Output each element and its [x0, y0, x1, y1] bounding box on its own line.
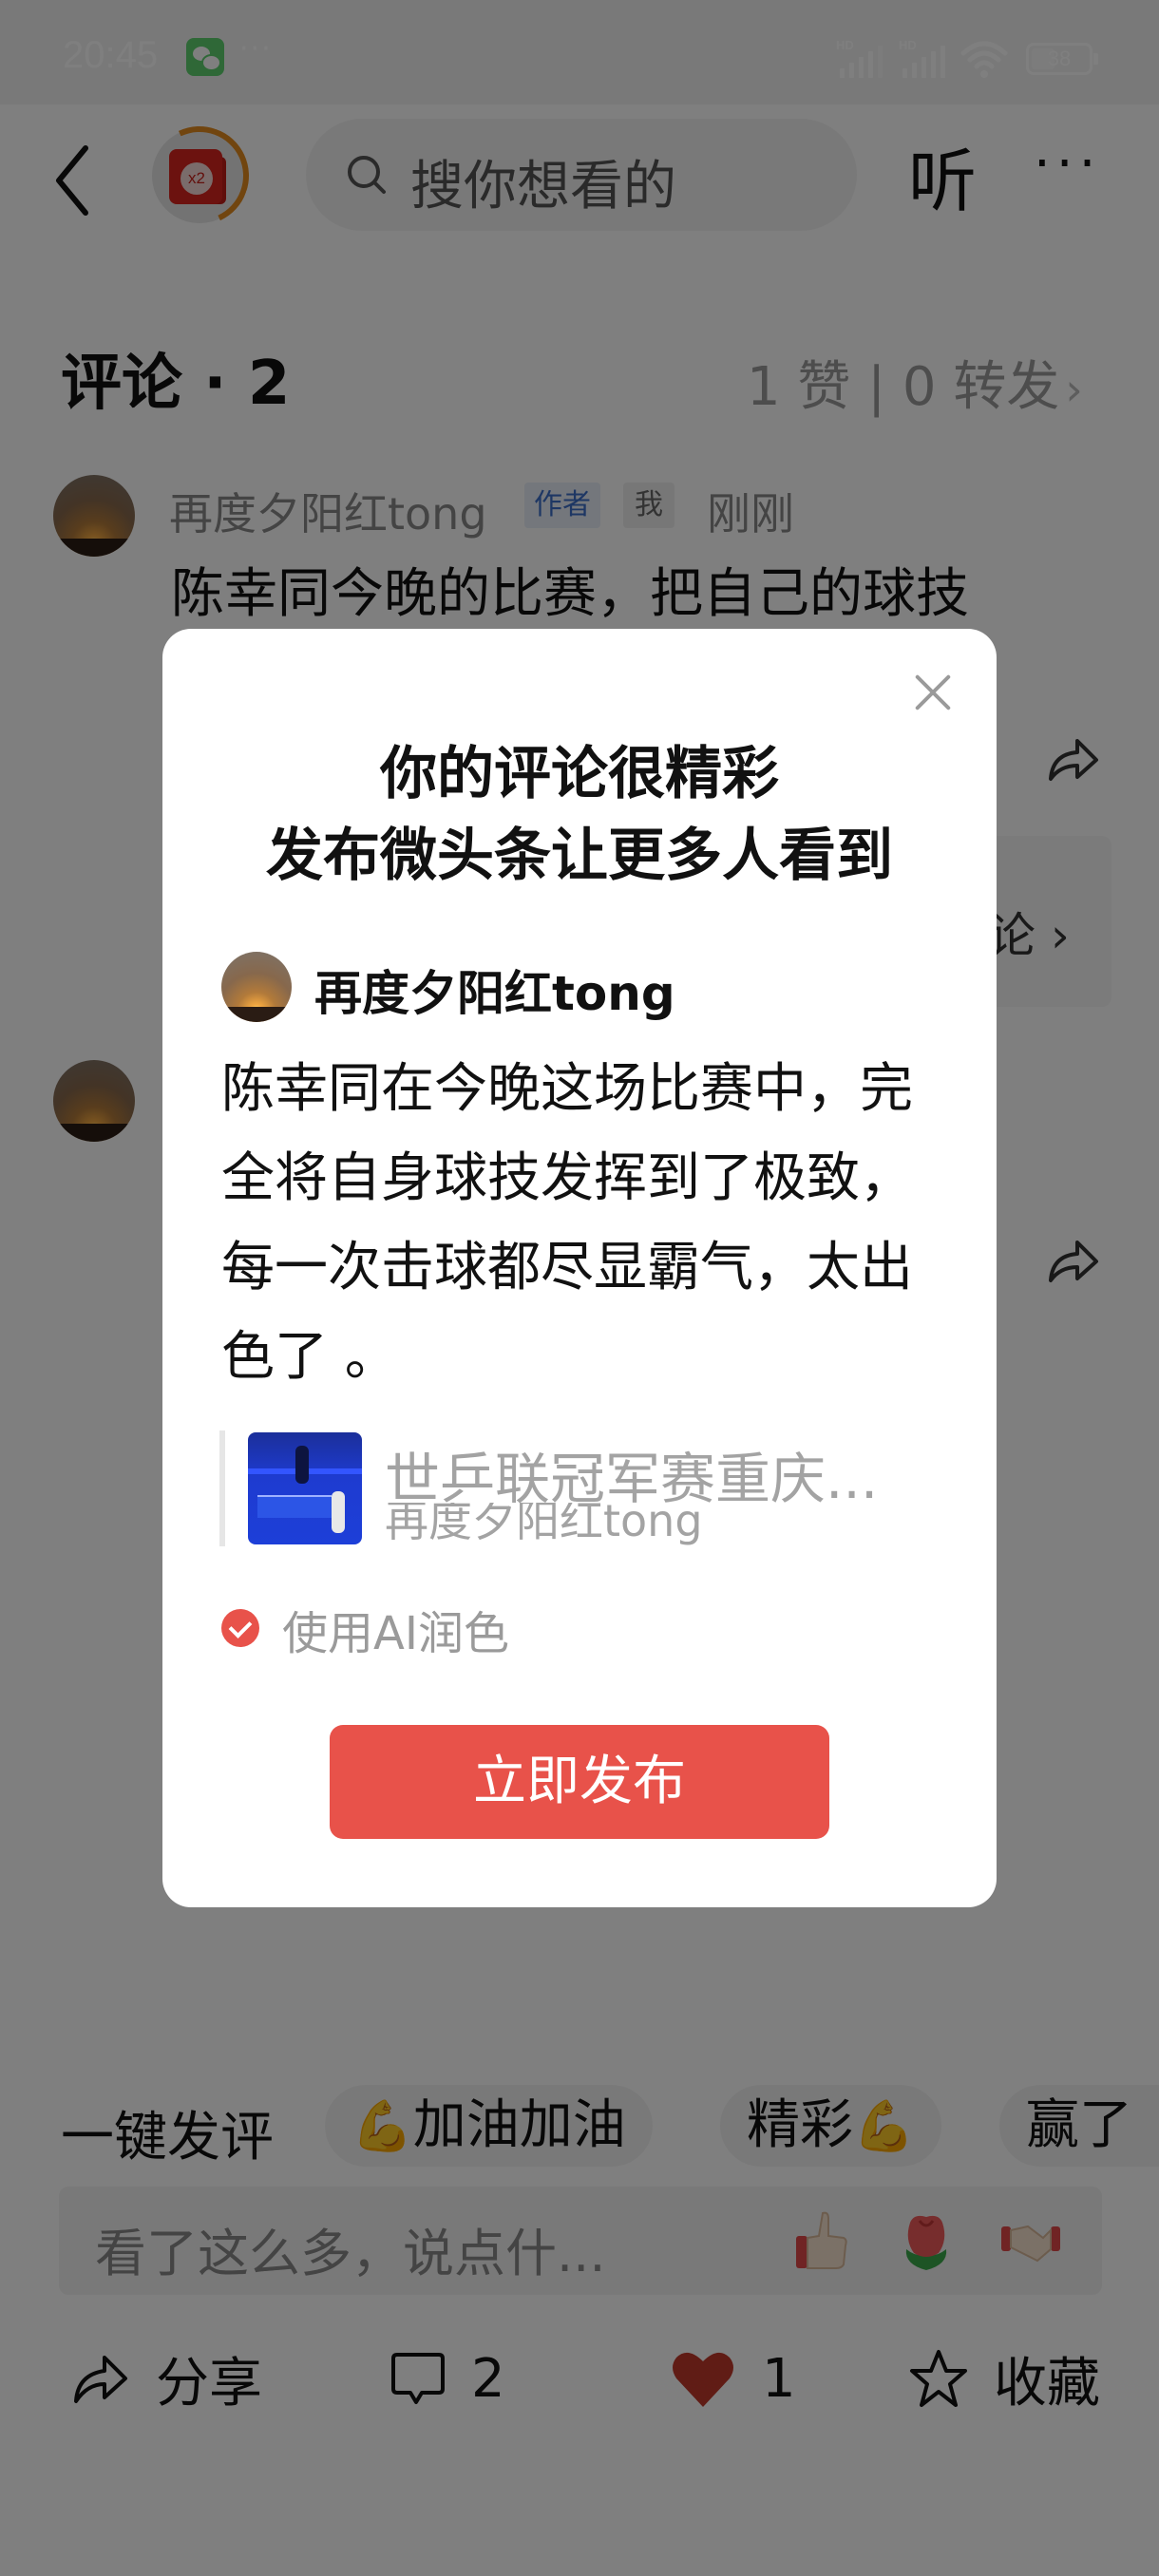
quoted-article-author: 再度夕阳红tong [385, 1503, 703, 1546]
ai-polish-label[interactable]: 使用AI润色 [282, 1596, 509, 1662]
dialog-title: 你的评论很精彩 [380, 741, 779, 807]
quote-bar [219, 1430, 225, 1546]
article-thumbnail [248, 1432, 362, 1544]
dialog-subtitle: 发布微头条让更多人看到 [266, 823, 893, 889]
comment-preview-text[interactable]: 陈幸同在今晚这场比赛中，完全将自身球技发挥到了极致，每一次击球都尽显霸气，太出色… [221, 1045, 943, 1402]
close-icon[interactable] [911, 671, 955, 714]
author-name: 再度夕阳红tong [314, 966, 675, 1021]
quoted-article-card: 世乒联冠军赛重庆... 再度夕阳红tong [219, 1430, 922, 1546]
publish-now-button[interactable]: 立即发布 [330, 1725, 829, 1839]
ai-polish-checkbox[interactable] [221, 1609, 259, 1647]
publish-micro-headline-dialog: 你的评论很精彩 发布微头条让更多人看到 再度夕阳红tong 陈幸同在今晚这场比赛… [162, 629, 997, 1907]
avatar [221, 952, 292, 1022]
